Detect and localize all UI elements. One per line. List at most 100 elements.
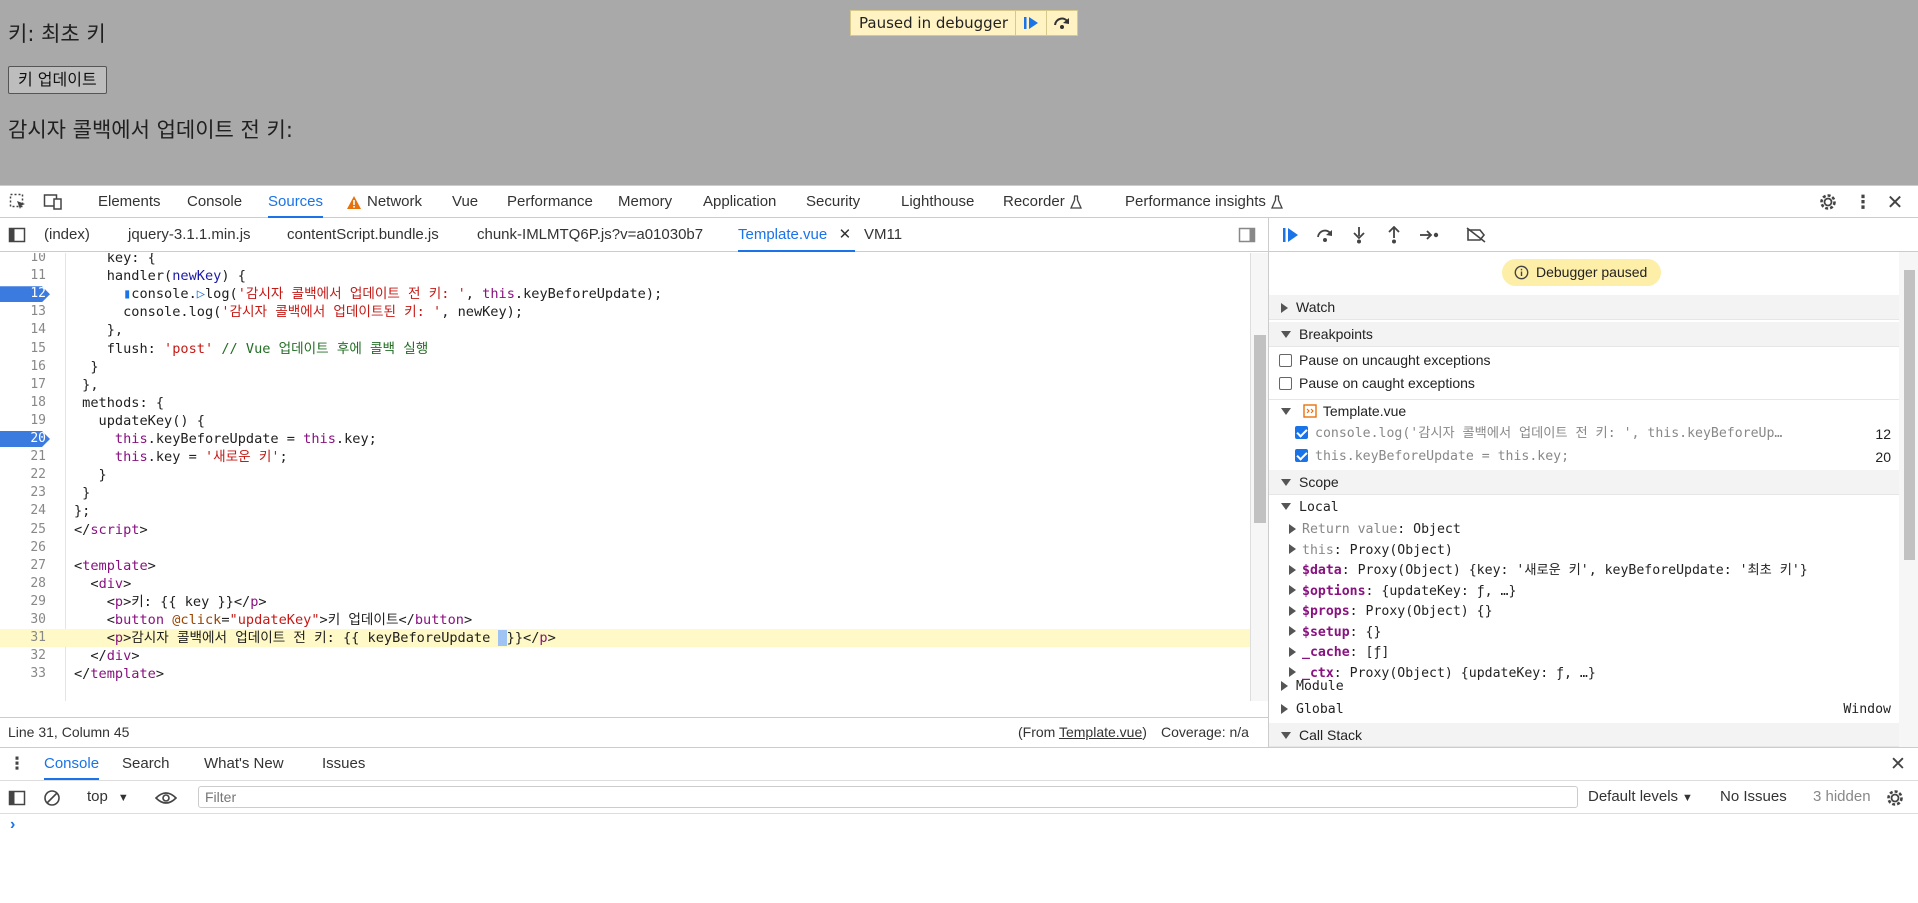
local-scope-row[interactable]: Local bbox=[1269, 497, 1899, 519]
line-number[interactable]: 18 bbox=[0, 394, 46, 412]
console-filter-input[interactable] bbox=[198, 786, 1578, 808]
breakpoint-checkbox[interactable] bbox=[1295, 448, 1308, 462]
breakpoints-section-header[interactable]: Breakpoints bbox=[1269, 322, 1899, 347]
tab-performance[interactable]: Performance bbox=[507, 186, 593, 218]
line-number[interactable]: 29 bbox=[0, 593, 46, 611]
code-line[interactable]: 14 }, bbox=[0, 321, 1250, 339]
step-icon[interactable] bbox=[1419, 226, 1441, 244]
line-number[interactable]: 17 bbox=[0, 376, 46, 394]
file-tab-contentscript[interactable]: contentScript.bundle.js bbox=[287, 218, 439, 252]
console-prompt-icon[interactable]: › bbox=[10, 816, 15, 834]
drawer-tab-issues[interactable]: Issues bbox=[322, 748, 365, 780]
breakpoint-checkbox[interactable] bbox=[1295, 425, 1308, 439]
deactivate-breakpoints-icon[interactable] bbox=[1465, 226, 1487, 244]
drawer-tab-console[interactable]: Console bbox=[44, 748, 100, 780]
file-tab-template-vue[interactable]: Template.vue ✕ bbox=[738, 218, 856, 252]
resume-button[interactable] bbox=[1015, 10, 1046, 36]
line-number[interactable]: 22 bbox=[0, 466, 46, 484]
editor-scrollbar[interactable] bbox=[1250, 253, 1268, 701]
drawer-tab-whats-new[interactable]: What's New bbox=[204, 748, 284, 780]
global-scope-row[interactable]: Global Window bbox=[1269, 699, 1899, 721]
sidebar-scroll-thumb[interactable] bbox=[1904, 270, 1915, 560]
scope-variable-row[interactable]: $options: {updateKey: ƒ, …} bbox=[1269, 581, 1899, 603]
line-number[interactable]: 14 bbox=[0, 321, 46, 339]
line-number[interactable]: 13 bbox=[0, 303, 46, 321]
line-number[interactable]: 19 bbox=[0, 412, 46, 430]
line-number[interactable]: 15 bbox=[0, 340, 46, 358]
line-number[interactable]: 30 bbox=[0, 611, 46, 629]
breakpoint-item[interactable]: console.log('감시자 콜백에서 업데이트 전 키: ', this.… bbox=[1269, 423, 1899, 445]
scope-variable-row[interactable]: $props: Proxy(Object) {} bbox=[1269, 601, 1899, 623]
code-line[interactable]: 24}; bbox=[0, 502, 1250, 520]
line-number[interactable]: 21 bbox=[0, 448, 46, 466]
pause-uncaught-row[interactable]: Pause on uncaught exceptions bbox=[1269, 349, 1899, 371]
drawer-menu-icon[interactable]: ⋮ bbox=[8, 754, 26, 773]
line-number[interactable]: 28 bbox=[0, 575, 46, 593]
line-number[interactable]: 24 bbox=[0, 502, 46, 520]
tab-sources[interactable]: Sources bbox=[268, 186, 324, 218]
resume-icon[interactable] bbox=[1281, 227, 1301, 243]
file-tab-vm11[interactable]: VM11 bbox=[864, 218, 902, 252]
breakpoint-file-row[interactable]: Template.vue bbox=[1269, 399, 1899, 421]
line-number[interactable]: 27 bbox=[0, 557, 46, 575]
file-tab-index[interactable]: (index) bbox=[44, 218, 90, 252]
tab-lighthouse[interactable]: Lighthouse bbox=[901, 186, 974, 218]
editor-scroll-thumb[interactable] bbox=[1254, 335, 1266, 523]
code-line[interactable]: 16 } bbox=[0, 358, 1250, 376]
step-into-icon[interactable] bbox=[1350, 226, 1368, 244]
file-tab-jquery[interactable]: jquery-3.1.1.min.js bbox=[128, 218, 251, 252]
line-number[interactable]: 25 bbox=[0, 521, 46, 539]
line-number[interactable]: 32 bbox=[0, 647, 46, 665]
code-line[interactable]: 23 } bbox=[0, 484, 1250, 502]
code-line[interactable]: 32 </div> bbox=[0, 647, 1250, 665]
log-levels-dropdown[interactable]: Default levels ▼ bbox=[1588, 788, 1693, 805]
device-toolbar-icon[interactable] bbox=[43, 193, 63, 211]
scope-variable-row[interactable]: this: Proxy(Object) bbox=[1269, 540, 1899, 562]
line-number[interactable]: 26 bbox=[0, 539, 46, 557]
scope-variable-row[interactable]: $setup: {} bbox=[1269, 622, 1899, 644]
close-tab-icon[interactable]: ✕ bbox=[839, 218, 852, 252]
step-over-icon[interactable] bbox=[1315, 227, 1335, 243]
code-line[interactable]: 18 methods: { bbox=[0, 394, 1250, 412]
issues-count[interactable]: No Issues bbox=[1720, 788, 1787, 805]
line-number[interactable]: 31 bbox=[0, 629, 46, 647]
code-editor[interactable]: 10 key: {11 handler(newKey) {12 ▮console… bbox=[0, 253, 1250, 701]
pause-caught-checkbox[interactable] bbox=[1279, 376, 1292, 390]
tab-network[interactable]: Network bbox=[367, 186, 422, 218]
code-line[interactable]: 27 <template> bbox=[0, 557, 1250, 575]
step-out-icon[interactable] bbox=[1385, 226, 1403, 244]
code-line[interactable]: 13 console.log('감시자 콜백에서 업데이트된 키: ', new… bbox=[0, 303, 1250, 321]
clear-console-icon[interactable] bbox=[43, 789, 61, 807]
code-line[interactable]: 33 </template> bbox=[0, 665, 1250, 683]
code-line[interactable]: 21 this.key = '새로운 키'; bbox=[0, 448, 1250, 466]
scope-variable-row[interactable]: Return value: Object bbox=[1269, 519, 1899, 541]
step-over-button[interactable] bbox=[1046, 10, 1077, 36]
toggle-navigator-icon[interactable] bbox=[8, 226, 26, 244]
scope-variable-row[interactable]: _cache: [ƒ] bbox=[1269, 642, 1899, 664]
line-number[interactable]: 10 bbox=[0, 253, 46, 267]
scope-variable-row[interactable]: $data: Proxy(Object) {key: '새로운 키', keyB… bbox=[1269, 560, 1899, 582]
pause-uncaught-checkbox[interactable] bbox=[1279, 353, 1292, 367]
settings-gear-icon[interactable] bbox=[1818, 192, 1838, 212]
code-line[interactable]: 11 handler(newKey) { bbox=[0, 267, 1250, 285]
code-line[interactable]: 15 flush: 'post' // Vue 업데이트 후에 콜백 실행 bbox=[0, 340, 1250, 358]
code-line[interactable]: 29 <p>키: {{ key }}</p> bbox=[0, 593, 1250, 611]
toggle-debugger-sidebar-icon[interactable] bbox=[1238, 226, 1256, 244]
breakpoint-item[interactable]: this.keyBeforeUpdate = this.key; 20 bbox=[1269, 446, 1899, 468]
code-line[interactable]: 20 this.keyBeforeUpdate = this.key; bbox=[0, 430, 1250, 448]
code-line[interactable]: 12 ▮console.▷log('감시자 콜백에서 업데이트 전 키: ', … bbox=[0, 285, 1250, 303]
line-number[interactable]: 23 bbox=[0, 484, 46, 502]
more-options-icon[interactable]: ⋮ bbox=[1853, 192, 1873, 212]
close-devtools-icon[interactable]: ✕ bbox=[1885, 192, 1905, 214]
tab-vue[interactable]: Vue bbox=[452, 186, 478, 218]
line-number[interactable]: 16 bbox=[0, 358, 46, 376]
tab-performance-insights[interactable]: Performance insights bbox=[1125, 186, 1266, 218]
live-expression-eye-icon[interactable] bbox=[155, 789, 177, 807]
watch-section-header[interactable]: Watch bbox=[1269, 295, 1899, 320]
code-line[interactable]: 30 <button @click="updateKey">키 업데이트</bu… bbox=[0, 611, 1250, 629]
code-line[interactable]: 19 updateKey() { bbox=[0, 412, 1250, 430]
code-line[interactable]: 25 </script> bbox=[0, 521, 1250, 539]
module-scope-row[interactable]: Module bbox=[1269, 676, 1899, 698]
code-line[interactable]: 10 key: { bbox=[0, 253, 1250, 267]
close-drawer-icon[interactable]: ✕ bbox=[1888, 754, 1908, 775]
